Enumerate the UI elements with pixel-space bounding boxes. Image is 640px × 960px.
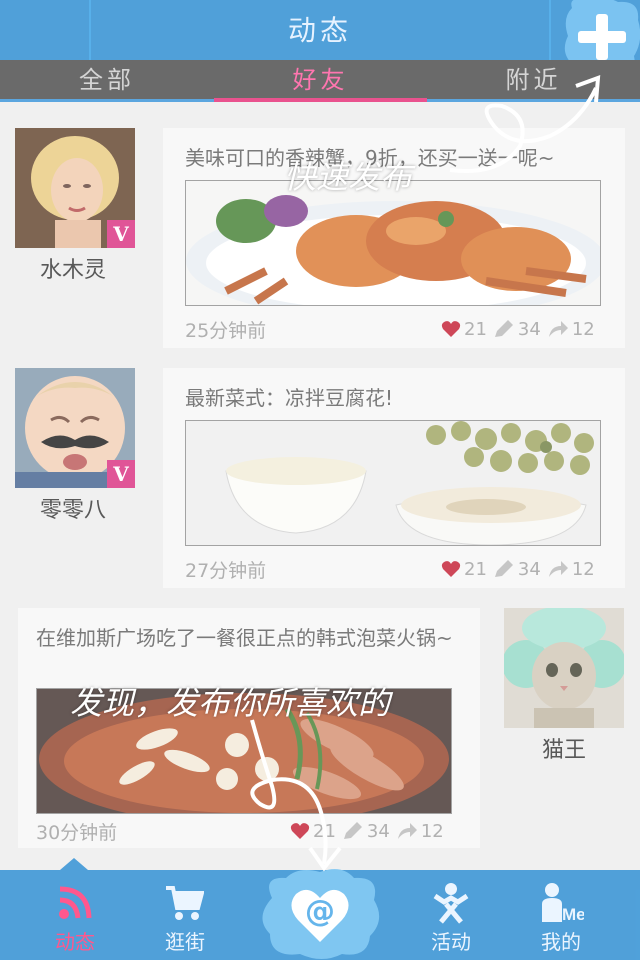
username[interactable]: 猫王 <box>504 732 624 764</box>
comment-stat[interactable]: 34 <box>493 319 541 340</box>
post-stats: 21 34 12 <box>441 316 595 342</box>
verified-badge: V <box>107 460 135 488</box>
avatar[interactable]: V <box>15 128 135 248</box>
person-activity-icon <box>433 883 469 924</box>
divider <box>549 0 551 60</box>
post-photo[interactable] <box>185 180 601 306</box>
nav-label: 活动 <box>431 930 471 954</box>
like-count: 21 <box>464 558 487 580</box>
comment-count: 34 <box>517 318 541 340</box>
share-stat[interactable]: 12 <box>547 559 595 580</box>
post-stats: 21 34 12 <box>441 556 595 582</box>
post-text: 在维加斯广场吃了一餐很正点的韩式泡菜火锅~ <box>36 626 453 650</box>
hint-arrow-icon <box>250 719 342 872</box>
nav-label: 逛街 <box>165 930 205 954</box>
comment-stat[interactable]: 34 <box>493 559 541 580</box>
post-time: 30分钟前 <box>36 822 118 844</box>
share-arrow-icon <box>397 823 417 839</box>
avatar[interactable] <box>504 608 624 728</box>
share-count: 12 <box>420 820 444 842</box>
at-mention-button[interactable]: @ <box>258 868 382 960</box>
share-stat[interactable]: 12 <box>396 821 444 842</box>
username[interactable]: 水木灵 <box>13 252 133 284</box>
feed-post[interactable]: V 零零八 最新菜式：凉拌豆腐花! 27分钟前 21 34 12 <box>0 342 640 588</box>
tab-all[interactable]: 全部 <box>0 60 214 102</box>
heart-icon <box>441 321 461 337</box>
crab-dish-image <box>186 181 600 305</box>
username[interactable]: 零零八 <box>13 492 133 524</box>
top-bar: 动态 <box>0 0 640 60</box>
tab-friends[interactable]: 好友 <box>214 60 427 102</box>
pencil-icon <box>494 320 513 337</box>
post-card[interactable]: 最新菜式：凉拌豆腐花! 27分钟前 21 34 12 <box>163 368 625 588</box>
nav-item-feed[interactable]: 动态 <box>20 870 130 960</box>
cart-icon <box>166 886 204 920</box>
nav-item-shopping[interactable]: 逛街 <box>130 870 240 960</box>
share-count: 12 <box>571 558 595 580</box>
share-arrow-icon <box>548 321 568 337</box>
nav-item-me[interactable]: Me 我的 <box>506 870 616 960</box>
nav-label: 动态 <box>55 930 95 954</box>
post-time: 27分钟前 <box>185 560 267 582</box>
pencil-icon <box>494 560 513 577</box>
post-photo[interactable] <box>185 420 601 546</box>
hint-arrow-icon <box>449 75 601 173</box>
post-time: 25分钟前 <box>185 320 267 342</box>
nav-active-pointer <box>60 858 88 870</box>
avatar[interactable]: V <box>15 368 135 488</box>
verified-badge: V <box>107 220 135 248</box>
tofu-dessert-image <box>186 421 600 545</box>
hint-quick-publish: 快速发布 <box>284 158 413 196</box>
like-count: 21 <box>464 318 487 340</box>
post-text: 最新菜式：凉拌豆腐花! <box>185 386 394 410</box>
avatar-cat-image <box>504 608 624 728</box>
like-stat[interactable]: 21 <box>441 559 487 580</box>
at-icon: @ <box>305 894 335 929</box>
share-arrow-icon <box>548 561 568 577</box>
comment-count: 34 <box>517 558 541 580</box>
like-stat[interactable]: 21 <box>441 319 487 340</box>
me-icon: Me <box>542 883 584 924</box>
rss-icon <box>59 886 92 919</box>
share-count: 12 <box>571 318 595 340</box>
heart-icon <box>441 561 461 577</box>
page-title: 动态 <box>287 14 352 47</box>
svg-text:Me: Me <box>562 905 584 924</box>
nav-label: 我的 <box>541 930 581 954</box>
nav-item-activity[interactable]: 活动 <box>396 870 506 960</box>
share-stat[interactable]: 12 <box>547 319 595 340</box>
